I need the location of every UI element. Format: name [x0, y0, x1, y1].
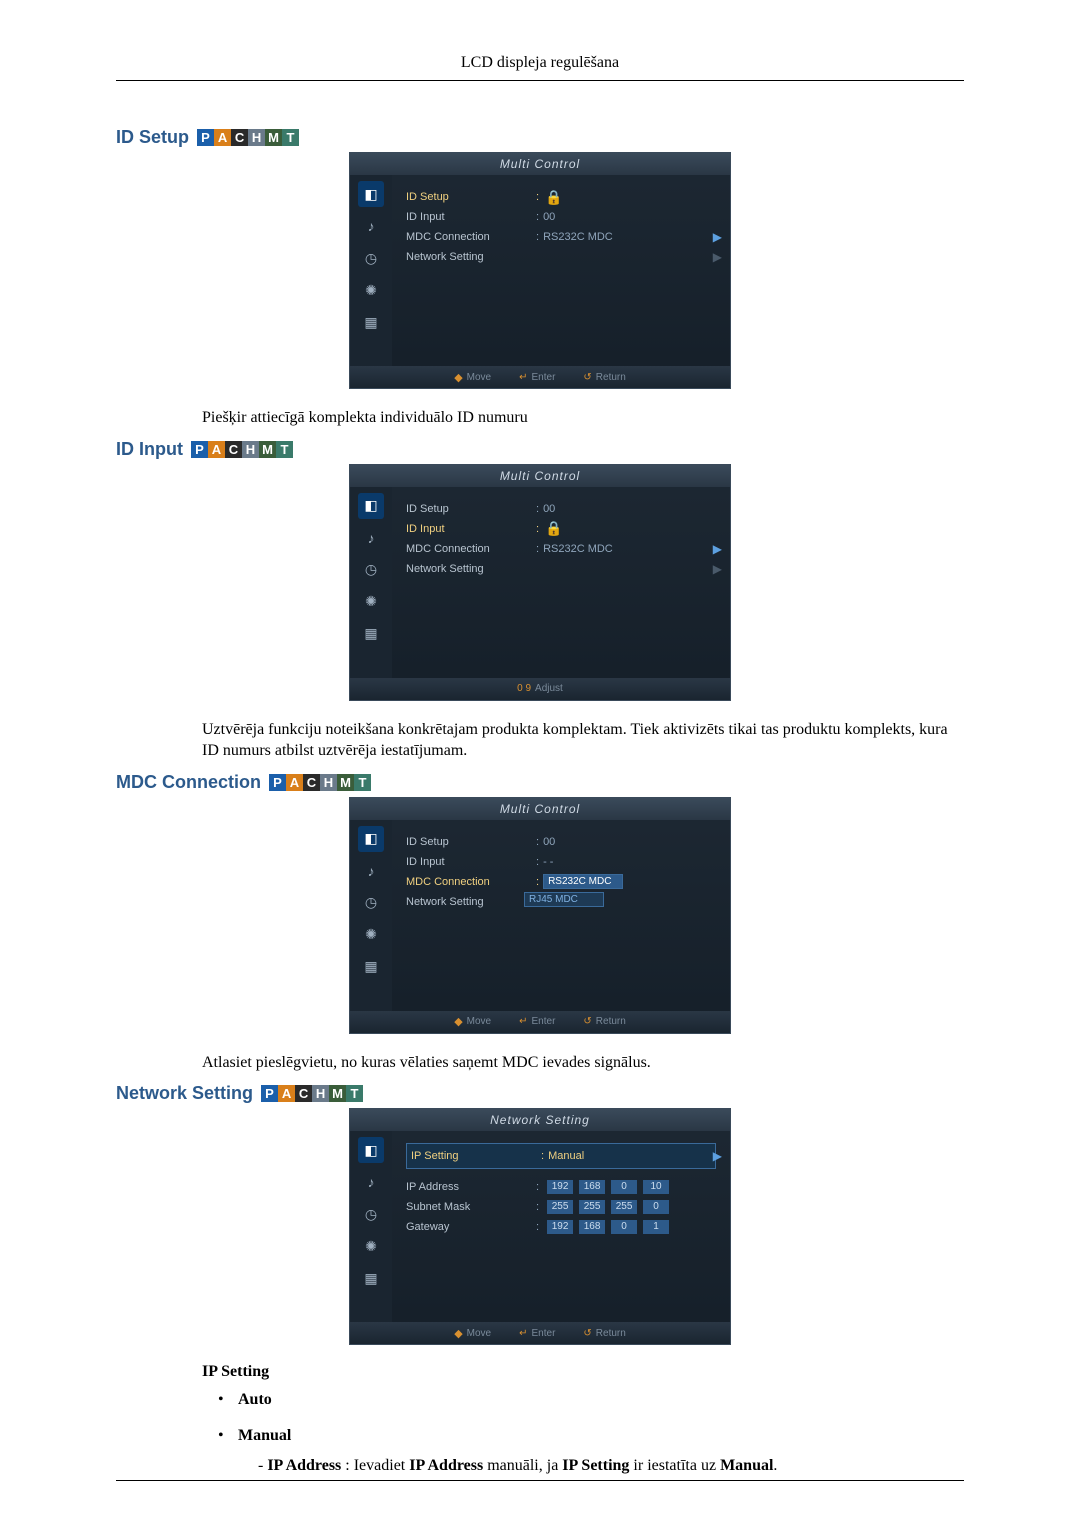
ip-address-label: IP Address: [406, 1181, 536, 1193]
dropdown-option-selected: RS232C MDC: [543, 874, 623, 889]
section-title-text: ID Setup: [116, 127, 189, 148]
section-id-setup-title: ID Setup P A C H M T: [116, 127, 964, 148]
osd-footer: ◆Move ↵Enter ↺Return: [350, 366, 730, 388]
arrow-right-icon: ▶: [713, 1149, 722, 1163]
ip-setting-list: Auto Manual - IP Address : Ievadiet IP A…: [218, 1391, 964, 1475]
osd-tab-sound-icon: ♪: [358, 858, 384, 884]
osd-tab-sound-icon: ♪: [358, 213, 384, 239]
osd-tab-clock-icon: ◷: [358, 557, 384, 583]
osd-tab-multi-icon: ▦: [358, 1265, 384, 1291]
osd-sidebar: ◧ ♪ ◷ ✺ ▦: [350, 175, 392, 366]
osd-tab-picture-icon: ◧: [358, 1137, 384, 1163]
move-icon: ◆: [454, 1015, 462, 1028]
arrow-right-icon: ▶: [713, 542, 722, 556]
arrow-right-icon: ▶: [713, 230, 722, 244]
osd-menu: ID Setup: 🔒 ID Input: 00 MDC Connection:…: [392, 175, 730, 366]
return-icon: ↺: [583, 1328, 591, 1339]
bullet-manual: Manual - IP Address : Ievadiet IP Addres…: [218, 1427, 964, 1475]
dropdown-option: RJ45 MDC: [524, 892, 604, 907]
badge-m-icon: M: [265, 129, 282, 146]
osd-title: Multi Control: [350, 153, 730, 175]
lock-icon: 🔒: [545, 520, 562, 537]
osd-screenshot-network: Network Setting ◧ ♪ ◷ ✺ ▦ IP Setting: Ma…: [116, 1108, 964, 1345]
section-id-input-title: ID Input PACHMT: [116, 439, 964, 460]
enter-icon: ↵: [519, 1328, 527, 1339]
menu-network-setting: Network Setting: [406, 251, 536, 263]
badge-a-icon: A: [214, 129, 231, 146]
enter-icon: ↵: [519, 372, 527, 383]
arrow-right-icon: ▶: [713, 562, 722, 576]
badge-t-icon: T: [282, 129, 299, 146]
badge-h-icon: H: [248, 129, 265, 146]
osd-tab-picture-icon: ◧: [358, 493, 384, 519]
osd-tab-sound-icon: ♪: [358, 1169, 384, 1195]
badge-row: P A C H M T: [197, 129, 299, 146]
osd-tab-sound-icon: ♪: [358, 525, 384, 551]
section-network-title: Network Setting PACHMT: [116, 1083, 964, 1104]
osd-tab-multi-icon: ▦: [358, 621, 384, 647]
osd-tab-picture-icon: ◧: [358, 826, 384, 852]
move-icon: ◆: [454, 1327, 462, 1340]
move-icon: ◆: [454, 371, 462, 384]
osd-tab-picture-icon: ◧: [358, 181, 384, 207]
section-id-setup-desc: Piešķir attiecīgā komplekta individuālo …: [202, 407, 964, 429]
osd-screenshot-id-setup: Multi Control ◧ ♪ ◷ ✺ ▦ ID Setup: 🔒 ID I…: [116, 152, 964, 389]
osd-tab-setup-icon: ✺: [358, 922, 384, 948]
osd-tab-multi-icon: ▦: [358, 309, 384, 335]
badge-p-icon: P: [197, 129, 214, 146]
bullet-auto: Auto: [218, 1391, 964, 1409]
document-page: LCD displeja regulēšana ID Setup P A C H…: [0, 0, 1080, 1527]
osd-tab-setup-icon: ✺: [358, 1233, 384, 1259]
section-mdc-title: MDC Connection PACHMT: [116, 772, 964, 793]
lock-icon: 🔒: [545, 189, 562, 206]
footer-rule: [116, 1480, 964, 1481]
osd-tab-clock-icon: ◷: [358, 1201, 384, 1227]
menu-id-setup: ID Setup: [406, 191, 536, 203]
osd-screenshot-mdc: Multi Control ◧ ♪ ◷ ✺ ▦ ID Setup: 00 ID …: [116, 797, 964, 1034]
badge-c-icon: C: [231, 129, 248, 146]
gateway-label: Gateway: [406, 1221, 536, 1233]
enter-icon: ↵: [519, 1016, 527, 1027]
section-mdc-desc: Atlasiet pieslēgvietu, no kuras vēlaties…: [202, 1052, 964, 1074]
osd-screenshot-id-input: Multi Control ◧ ♪ ◷ ✺ ▦ ID Setup: 00 ID …: [116, 464, 964, 701]
osd-tab-multi-icon: ▦: [358, 954, 384, 980]
menu-id-input: ID Input: [406, 211, 536, 223]
osd-tab-clock-icon: ◷: [358, 890, 384, 916]
page-header: LCD displeja regulēšana: [116, 54, 964, 81]
manual-note: - IP Address : Ievadiet IP Address manuā…: [258, 1457, 964, 1475]
return-icon: ↺: [583, 372, 591, 383]
section-id-input-desc: Uztvērēja funkciju noteikšana konkrētaja…: [202, 719, 964, 762]
arrow-right-icon: ▶: [713, 250, 722, 264]
return-icon: ↺: [583, 1016, 591, 1027]
osd-tab-setup-icon: ✺: [358, 277, 384, 303]
osd-tab-clock-icon: ◷: [358, 245, 384, 271]
menu-mdc-connection: MDC Connection: [406, 231, 536, 243]
osd-tab-setup-icon: ✺: [358, 589, 384, 615]
subnet-mask-label: Subnet Mask: [406, 1201, 536, 1213]
ip-setting-heading: IP Setting: [202, 1363, 964, 1381]
ip-setting-label: IP Setting: [411, 1150, 541, 1162]
num-keys-icon: 0 9: [517, 683, 531, 694]
